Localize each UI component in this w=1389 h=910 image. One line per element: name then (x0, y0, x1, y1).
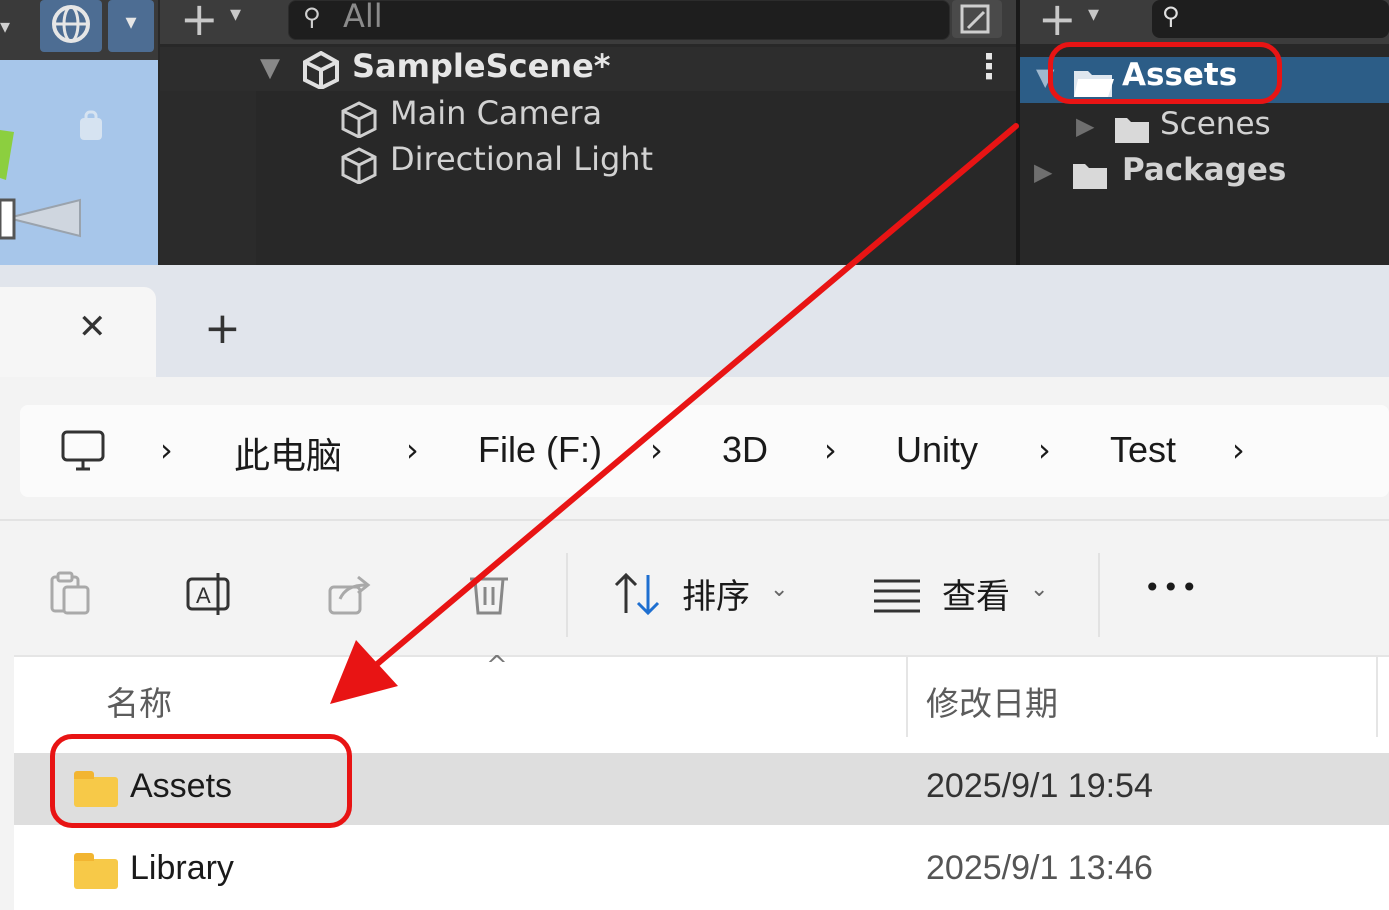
globe-gizmo-icon (52, 5, 90, 43)
hierarchy-indent (160, 91, 256, 265)
view-label: 查看 (942, 577, 1010, 617)
toolbar-separator (1098, 553, 1100, 637)
plus-icon[interactable]: + (1038, 0, 1077, 46)
chevron-down-icon: ⌄ (770, 577, 789, 602)
rename-icon[interactable]: A (184, 571, 236, 617)
scene-toolbar: ▾ ▾ (0, 0, 158, 60)
breadcrumb-item[interactable]: File (F:) (478, 429, 602, 471)
paste-icon[interactable] (48, 571, 94, 617)
global-toggle-button[interactable] (40, 0, 102, 52)
chevron-down-icon[interactable]: ▾ (230, 2, 241, 27)
address-bar[interactable]: › 此电脑 › File (F:) › 3D › Unity › Test › (20, 405, 1389, 497)
sort-indicator-icon: ^ (486, 651, 508, 681)
gameobject-cube-icon (341, 147, 377, 184)
search-placeholder: All (343, 0, 383, 35)
chevron-right-icon[interactable]: › (650, 431, 663, 469)
plus-icon[interactable]: + (180, 0, 219, 46)
unity-editor: ▾ ▾ + ▾ ⚲ All ▼ SampleScene* ⋮ Main Came… (0, 0, 1389, 265)
hierarchy-search-input[interactable]: ⚲ All (288, 0, 950, 40)
file-date: 2025/9/1 13:46 (926, 849, 1153, 887)
search-icon: ⚲ (303, 3, 321, 31)
folder-icon (1073, 164, 1107, 189)
folder-icon (74, 853, 118, 889)
active-tab[interactable]: ✕ (0, 287, 156, 377)
chevron-right-icon[interactable]: › (824, 431, 837, 469)
unity-scene-icon (303, 51, 339, 89)
tab-strip: ✕ + (0, 265, 1389, 377)
highlight-box-explorer-assets (50, 734, 352, 828)
toolbar-separator (566, 553, 568, 637)
search-icon: ⚲ (1162, 2, 1180, 30)
sort-label: 排序 (682, 577, 750, 617)
chevron-down-icon[interactable]: ▾ (1088, 2, 1099, 27)
file-row[interactable]: Library 2025/9/1 13:46 (14, 833, 1389, 905)
column-divider[interactable] (1376, 657, 1378, 737)
share-icon[interactable] (326, 571, 374, 617)
scene-view[interactable]: ▾ ▾ (0, 0, 158, 265)
hierarchy-item-label: Main Camera (390, 94, 603, 132)
hierarchy-item-label: Directional Light (390, 140, 654, 178)
chevron-right-icon[interactable]: › (1038, 431, 1051, 469)
folder-icon (1115, 118, 1149, 143)
svg-text:A: A (196, 583, 211, 608)
project-panel: + ▾ ⚲ ▼ Assets ▶ Scenes ▶ Packages (1020, 0, 1389, 265)
scene-name: SampleScene* (352, 47, 611, 85)
view-lines-icon (874, 579, 920, 613)
project-item-label: Scenes (1160, 106, 1271, 142)
file-name: Library (130, 849, 234, 887)
delete-icon[interactable] (466, 571, 512, 617)
chevron-right-icon[interactable]: › (406, 431, 419, 469)
highlight-box-unity-assets (1048, 42, 1282, 104)
dropdown-arrow-icon[interactable]: ▾ (0, 14, 28, 42)
more-icon[interactable]: ••• (1144, 571, 1200, 604)
computer-icon (61, 430, 105, 471)
chevron-down-icon: ⌄ (1030, 577, 1049, 602)
collapsed-triangle-icon[interactable]: ▶ (1076, 112, 1094, 140)
hierarchy-panel: + ▾ ⚲ All ▼ SampleScene* ⋮ Main Camera D… (160, 0, 1016, 265)
command-bar: A 排序 ⌄ 查看 ⌄ ••• (0, 521, 1389, 653)
breadcrumb-item[interactable]: Test (1110, 429, 1176, 471)
chevron-down-icon[interactable]: ▾ (108, 0, 154, 52)
breadcrumb-item[interactable]: 此电脑 (234, 427, 342, 479)
kebab-icon[interactable]: ⋮ (972, 47, 1006, 87)
scene-gizmo-icon (0, 110, 102, 240)
hierarchy-toolbar: + ▾ ⚲ All (160, 0, 1016, 46)
breadcrumb-item[interactable]: 3D (722, 429, 768, 471)
view-button[interactable]: 查看 ⌄ (870, 565, 1060, 621)
sort-button[interactable]: 排序 ⌄ (610, 565, 800, 621)
gameobject-cube-icon (341, 101, 377, 138)
project-toolbar: + ▾ ⚲ (1020, 0, 1389, 46)
project-item-label: Packages (1122, 152, 1287, 188)
scene-row[interactable]: ▼ SampleScene* ⋮ (160, 47, 1016, 91)
column-header-name[interactable]: 名称 (106, 677, 172, 725)
project-item-packages[interactable]: ▶ Packages (1020, 152, 1389, 198)
close-icon[interactable]: ✕ (78, 307, 107, 347)
project-item-scenes[interactable]: ▶ Scenes (1020, 106, 1389, 152)
expand-triangle-icon[interactable]: ▼ (260, 53, 280, 83)
file-date: 2025/9/1 19:54 (926, 767, 1153, 805)
column-divider[interactable] (906, 657, 908, 737)
chevron-right-icon[interactable]: › (160, 431, 173, 469)
column-header-date[interactable]: 修改日期 (926, 677, 1058, 725)
new-tab-icon[interactable]: + (204, 303, 241, 354)
maximize-icon[interactable] (952, 0, 1002, 38)
sort-arrows-icon (614, 572, 660, 616)
collapsed-triangle-icon[interactable]: ▶ (1034, 158, 1052, 186)
breadcrumb-item[interactable]: Unity (896, 429, 978, 471)
chevron-right-icon[interactable]: › (1232, 431, 1245, 469)
project-search-input[interactable]: ⚲ (1152, 0, 1389, 38)
